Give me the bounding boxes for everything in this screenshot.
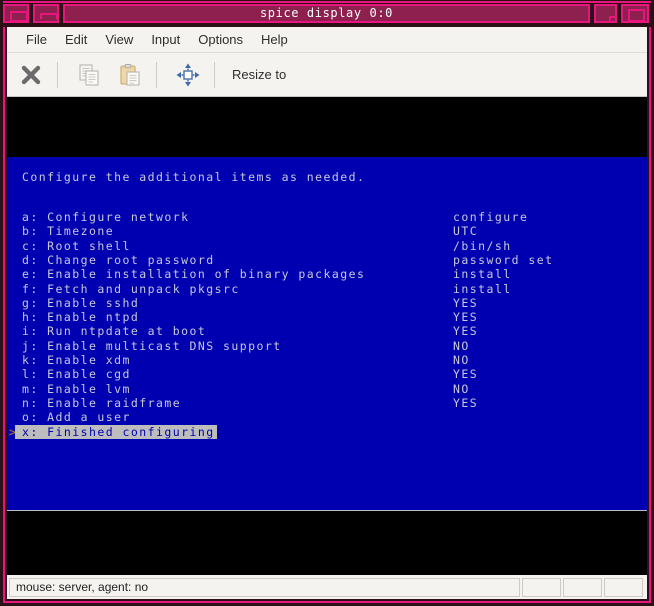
copy-button[interactable] <box>72 58 106 92</box>
console-menu-row[interactable]: o: Add a user <box>7 410 647 424</box>
status-panel-2 <box>522 578 561 597</box>
client-area: File Edit View Input Options Help <box>7 27 647 599</box>
console-menu-row[interactable]: >x: Finished configuring <box>7 425 647 439</box>
console-menu-row-label: n: Enable raidframe <box>22 396 181 410</box>
console-menu-row[interactable]: h: Enable ntpd YES <box>7 310 647 324</box>
resize-to-label[interactable]: Resize to <box>232 67 286 82</box>
console-menu-row[interactable]: d: Change root password password set <box>7 253 647 267</box>
console-menu-row[interactable]: a: Configure network configure <box>7 210 647 224</box>
console-menu-row-label: a: Configure network <box>22 210 189 224</box>
console-menu-row-label: f: Fetch and unpack pkgsrc <box>22 282 240 296</box>
shade-icon <box>10 11 28 22</box>
console-menu-row-value: NO <box>453 382 470 396</box>
console-menu-row-label: i: Run ntpdate at boot <box>22 324 206 338</box>
console-menu-row-label: b: Timezone <box>22 224 114 238</box>
paste-icon <box>118 63 142 87</box>
window-titlebar[interactable]: spice display 0:0 <box>0 0 654 27</box>
console-menu-row-label: o: Add a user <box>22 410 131 424</box>
status-mouse-mode: mouse: server, agent: no <box>9 578 520 597</box>
menu-help[interactable]: Help <box>252 29 297 50</box>
console-menu-row[interactable]: l: Enable cgd YES <box>7 367 647 381</box>
paste-button[interactable] <box>113 58 147 92</box>
console-menu-row-label: e: Enable installation of binary package… <box>22 267 365 281</box>
statusbar: mouse: server, agent: no <box>7 575 647 599</box>
menu-input[interactable]: Input <box>142 29 189 50</box>
window-shade-button[interactable] <box>3 4 29 23</box>
menubar: File Edit View Input Options Help <box>7 27 647 53</box>
status-panel-4 <box>604 578 643 597</box>
console-menu-row-value: NO <box>453 353 470 367</box>
console-menu-row-value: install <box>453 282 512 296</box>
console-menu-row-value: YES <box>453 310 478 324</box>
console-menu-row-value: /bin/sh <box>453 239 512 253</box>
console-menu-row[interactable]: i: Run ntpdate at boot YES <box>7 324 647 338</box>
console-menu-row[interactable]: k: Enable xdm NO <box>7 353 647 367</box>
menu-options[interactable]: Options <box>189 29 252 50</box>
console-menu-row[interactable]: c: Root shell/bin/sh <box>7 239 647 253</box>
console-menu-row-label: d: Change root password <box>22 253 215 267</box>
disconnect-button[interactable] <box>14 58 48 92</box>
frame-left-accent <box>3 27 5 603</box>
maximize-icon <box>628 9 645 22</box>
window-maximize-button[interactable] <box>621 4 649 23</box>
console-bottom-rule <box>7 510 647 511</box>
frame-right-accent <box>649 27 651 603</box>
console-menu-row[interactable]: f: Fetch and unpack pkgsrc install <box>7 282 647 296</box>
close-x-icon <box>20 64 42 86</box>
console-menu-row-value: password set <box>453 253 553 267</box>
console-menu-row-value: install <box>453 267 512 281</box>
console-menu-row[interactable]: n: Enable raidframe YES <box>7 396 647 410</box>
copy-icon <box>77 63 101 87</box>
toolbar-separator-2 <box>156 62 157 88</box>
menu-edit[interactable]: Edit <box>56 29 96 50</box>
console-menu-row-label: j: Enable multicast DNS support <box>22 339 282 353</box>
console-menu-row-label: m: Enable lvm <box>22 382 131 396</box>
console-menu-row[interactable]: j: Enable multicast DNS support NO <box>7 339 647 353</box>
console-menu-row-label: g: Enable sshd <box>22 296 139 310</box>
console-menu-row[interactable]: b: Timezone UTC <box>7 224 647 238</box>
console-menu-row-value: YES <box>453 396 478 410</box>
status-panel-3 <box>563 578 602 597</box>
netbsd-sysinst-console[interactable]: Configure the additional items as needed… <box>7 157 647 511</box>
console-menu-row-label: l: Enable cgd <box>22 367 131 381</box>
console-menu-row-label: c: Root shell <box>22 239 131 253</box>
console-heading: Configure the additional items as needed… <box>22 170 365 184</box>
console-menu-row-value: YES <box>453 324 478 338</box>
console-menu-row-value: NO <box>453 339 470 353</box>
menu-view[interactable]: View <box>96 29 142 50</box>
console-menu-row-label: h: Enable ntpd <box>22 310 139 324</box>
window-title: spice display 0:0 <box>65 6 588 21</box>
minimize-icon <box>40 13 58 19</box>
window-minimize-button[interactable] <box>33 4 59 23</box>
console-menu-row-value: YES <box>453 296 478 310</box>
toolbar-separator-1 <box>57 62 58 88</box>
titlebar-top-accent <box>3 1 651 3</box>
console-menu-row-label: x: Finished configuring <box>15 425 217 439</box>
resize-to-button[interactable] <box>171 58 205 92</box>
toolbar-separator-3 <box>214 62 215 88</box>
toolbar: Resize to <box>7 53 647 97</box>
console-menu-row[interactable]: m: Enable lvm NO <box>7 382 647 396</box>
window-title-area[interactable]: spice display 0:0 <box>63 4 590 23</box>
menu-file[interactable]: File <box>17 29 56 50</box>
console-menu-row-value: configure <box>453 210 528 224</box>
resize-arrows-icon <box>176 63 200 87</box>
frame-bottom-accent <box>3 601 651 603</box>
console-menu-row[interactable]: e: Enable installation of binary package… <box>7 267 647 281</box>
spice-display-viewport[interactable]: Configure the additional items as needed… <box>7 97 647 575</box>
console-menu-row-value: YES <box>453 367 478 381</box>
spice-client-window: spice display 0:0 File Edit View Input O… <box>0 0 654 606</box>
console-menu-row-value: UTC <box>453 224 478 238</box>
resize-grip-icon <box>609 16 616 23</box>
window-resize-grip-button[interactable] <box>594 4 617 23</box>
console-menu-row-label: k: Enable xdm <box>22 353 131 367</box>
console-menu-row[interactable]: g: Enable sshd YES <box>7 296 647 310</box>
